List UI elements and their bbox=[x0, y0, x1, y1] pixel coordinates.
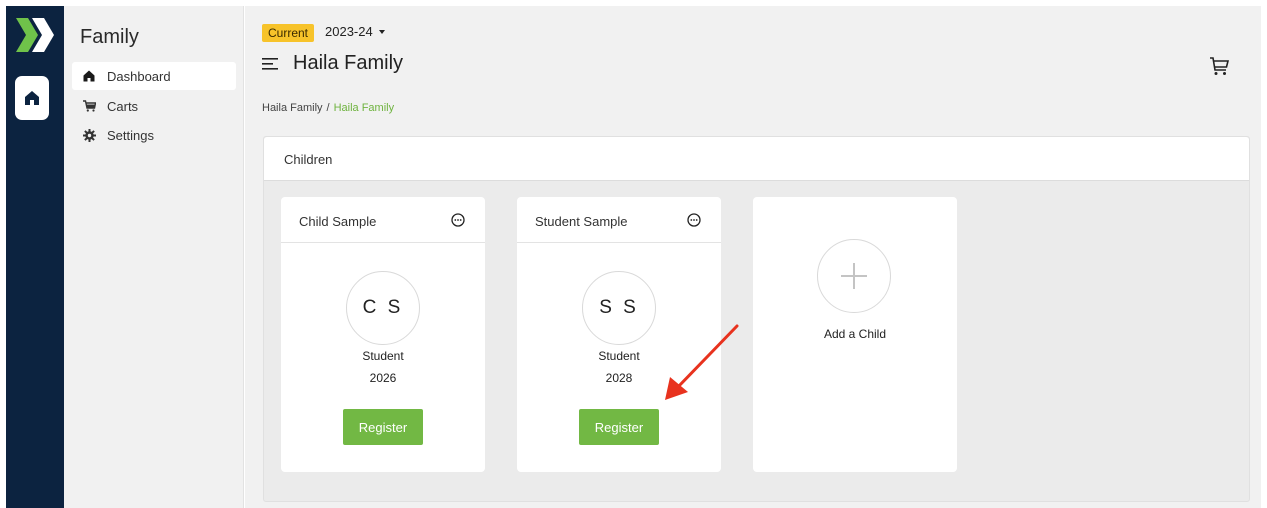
child-role: Student bbox=[362, 349, 404, 363]
avatar: C S bbox=[346, 271, 420, 345]
cart-icon[interactable] bbox=[1209, 56, 1229, 76]
sidebar-item-label: Dashboard bbox=[107, 68, 171, 84]
add-child-card[interactable]: Add a Child bbox=[753, 197, 957, 472]
breadcrumb-current: Haila Family bbox=[333, 102, 395, 114]
child-card-header: Student Sample bbox=[517, 197, 721, 243]
register-button[interactable]: Register bbox=[343, 409, 423, 445]
breadcrumb: Haila Family / Haila Family bbox=[262, 102, 394, 114]
brand-logo-icon bbox=[16, 18, 54, 52]
child-card: Child Sample C S Student 2026 Register bbox=[281, 197, 485, 472]
children-panel-header: Children bbox=[264, 137, 1249, 181]
plus-icon bbox=[841, 263, 867, 289]
menu-icon[interactable] bbox=[262, 58, 278, 70]
home-icon bbox=[82, 69, 96, 83]
children-panel: Children Child Sample C S Student 2026 R… bbox=[263, 136, 1250, 502]
sidebar: Family Dashboard Carts Settings bbox=[64, 6, 244, 508]
breadcrumb-separator: / bbox=[326, 102, 330, 114]
sidebar-item-dashboard[interactable]: Dashboard bbox=[72, 62, 236, 90]
more-options-icon[interactable] bbox=[687, 213, 701, 227]
add-child-label: Add a Child bbox=[823, 327, 887, 341]
gear-icon bbox=[82, 128, 96, 142]
register-button[interactable]: Register bbox=[579, 409, 659, 445]
child-card-header: Child Sample bbox=[281, 197, 485, 243]
rail-home-button[interactable] bbox=[15, 76, 49, 120]
add-child-button[interactable] bbox=[817, 239, 891, 313]
sidebar-item-label: Settings bbox=[107, 127, 154, 143]
more-options-icon[interactable] bbox=[451, 213, 465, 227]
sidebar-item-settings[interactable]: Settings bbox=[72, 121, 236, 149]
home-icon bbox=[25, 91, 39, 105]
page-title: Haila Family bbox=[293, 52, 404, 74]
child-name: Student Sample bbox=[535, 214, 628, 229]
breadcrumb-parent[interactable]: Haila Family bbox=[262, 102, 323, 114]
main-content: Current 2023-24 Haila Family Haila Famil… bbox=[245, 6, 1261, 508]
chevron-down-icon bbox=[378, 29, 385, 34]
sidebar-item-carts[interactable]: Carts bbox=[72, 92, 236, 120]
avatar: S S bbox=[582, 271, 656, 345]
current-badge: Current bbox=[262, 24, 315, 42]
school-year-value: 2023-24 bbox=[325, 24, 373, 39]
annotation-arrow-icon bbox=[665, 324, 739, 400]
sidebar-item-label: Carts bbox=[107, 98, 139, 114]
children-panel-title: Children bbox=[284, 152, 333, 167]
child-grad-year: 2026 bbox=[369, 371, 397, 385]
app-rail bbox=[6, 6, 64, 508]
cart-icon bbox=[82, 99, 96, 113]
child-name: Child Sample bbox=[299, 214, 377, 229]
school-year-select[interactable]: 2023-24 bbox=[325, 24, 385, 39]
sidebar-title: Family bbox=[80, 26, 139, 48]
